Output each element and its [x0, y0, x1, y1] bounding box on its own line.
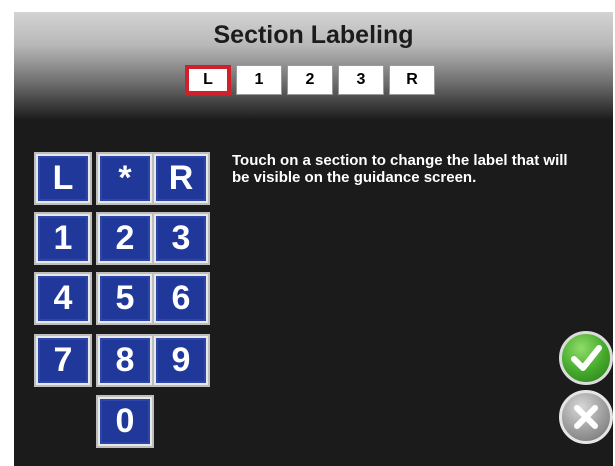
page-title: Section Labeling: [213, 21, 414, 49]
key-4[interactable]: 4: [34, 272, 92, 325]
confirm-button[interactable]: [559, 331, 613, 385]
section-button-l[interactable]: L: [185, 65, 231, 95]
key-asterisk[interactable]: *: [96, 152, 154, 205]
section-selector: L 1 2 3 R: [185, 65, 435, 95]
close-icon: [574, 405, 598, 429]
key-5[interactable]: 5: [96, 272, 154, 325]
cancel-button[interactable]: [559, 390, 613, 444]
section-button-3[interactable]: 3: [338, 65, 384, 95]
checkmark-icon: [571, 345, 602, 371]
key-0[interactable]: 0: [96, 395, 154, 448]
key-1[interactable]: 1: [34, 212, 92, 265]
header-bar: Section Labeling L 1 2 3 R: [14, 12, 613, 120]
section-button-2[interactable]: 2: [287, 65, 333, 95]
key-l[interactable]: L: [34, 152, 92, 205]
section-button-1[interactable]: 1: [236, 65, 282, 95]
key-r[interactable]: R: [152, 152, 210, 205]
instruction-text: Touch on a section to change the label t…: [232, 152, 568, 186]
key-8[interactable]: 8: [96, 334, 154, 387]
key-2[interactable]: 2: [96, 212, 154, 265]
key-6[interactable]: 6: [152, 272, 210, 325]
section-labeling-screen: Section Labeling L 1 2 3 R L * R 1 2 3 4…: [14, 12, 613, 466]
key-9[interactable]: 9: [152, 334, 210, 387]
key-7[interactable]: 7: [34, 334, 92, 387]
section-button-r[interactable]: R: [389, 65, 435, 95]
key-3[interactable]: 3: [152, 212, 210, 265]
